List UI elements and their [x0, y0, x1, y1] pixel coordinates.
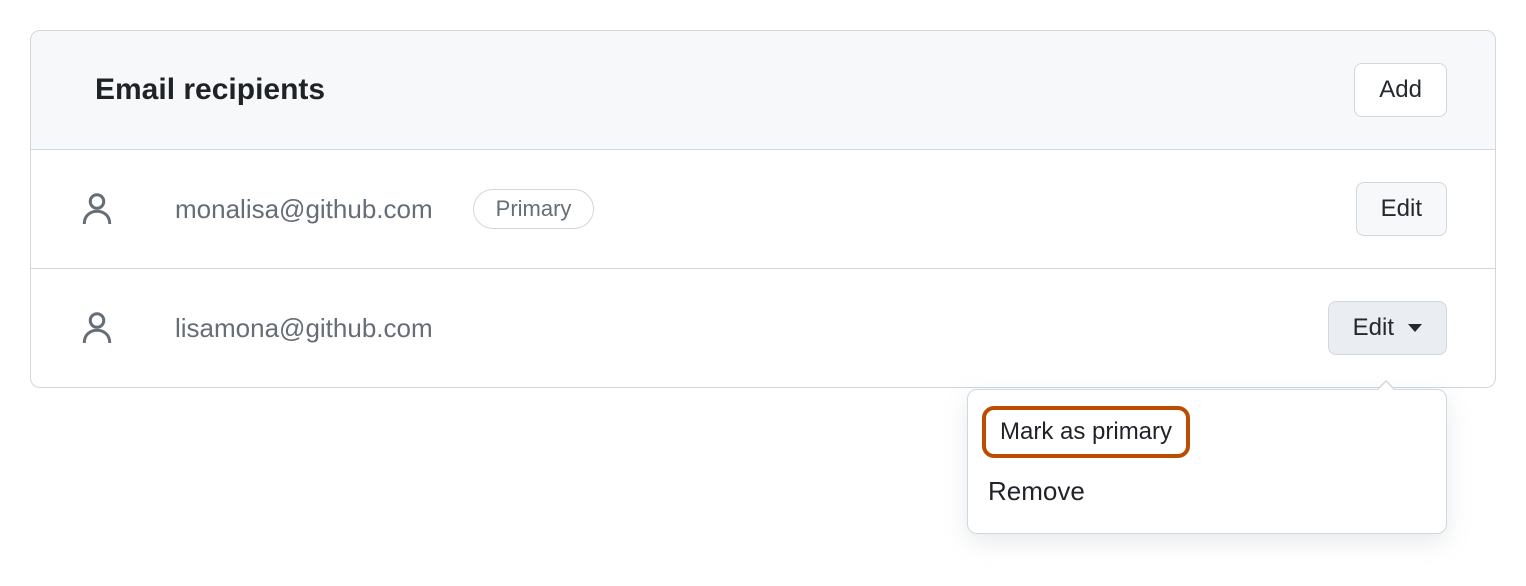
edit-dropdown-button[interactable]: Edit — [1328, 301, 1447, 355]
add-button[interactable]: Add — [1354, 63, 1447, 117]
recipient-row: monalisa@github.com Primary Edit — [31, 150, 1495, 269]
email-recipients-panel: Email recipients Add monalisa@github.com… — [30, 30, 1496, 388]
panel-header: Email recipients Add — [31, 31, 1495, 150]
caret-down-icon — [1408, 324, 1422, 332]
recipient-info: monalisa@github.com Primary — [79, 189, 1356, 229]
edit-button-label: Edit — [1353, 314, 1394, 342]
primary-badge: Primary — [473, 189, 595, 229]
dropdown-item-mark-primary[interactable]: Mark as primary — [982, 406, 1190, 458]
dropdown-item-remove[interactable]: Remove — [968, 462, 1446, 521]
recipient-info: lisamona@github.com — [79, 310, 1328, 346]
panel-title: Email recipients — [95, 73, 325, 107]
person-icon — [79, 310, 115, 346]
recipient-email: lisamona@github.com — [175, 313, 433, 344]
edit-dropdown-menu: Mark as primary Remove — [967, 389, 1447, 534]
recipient-row: lisamona@github.com Edit Mark as primary… — [31, 269, 1495, 387]
person-icon — [79, 191, 115, 227]
recipient-email: monalisa@github.com — [175, 194, 433, 225]
edit-button[interactable]: Edit — [1356, 182, 1447, 236]
